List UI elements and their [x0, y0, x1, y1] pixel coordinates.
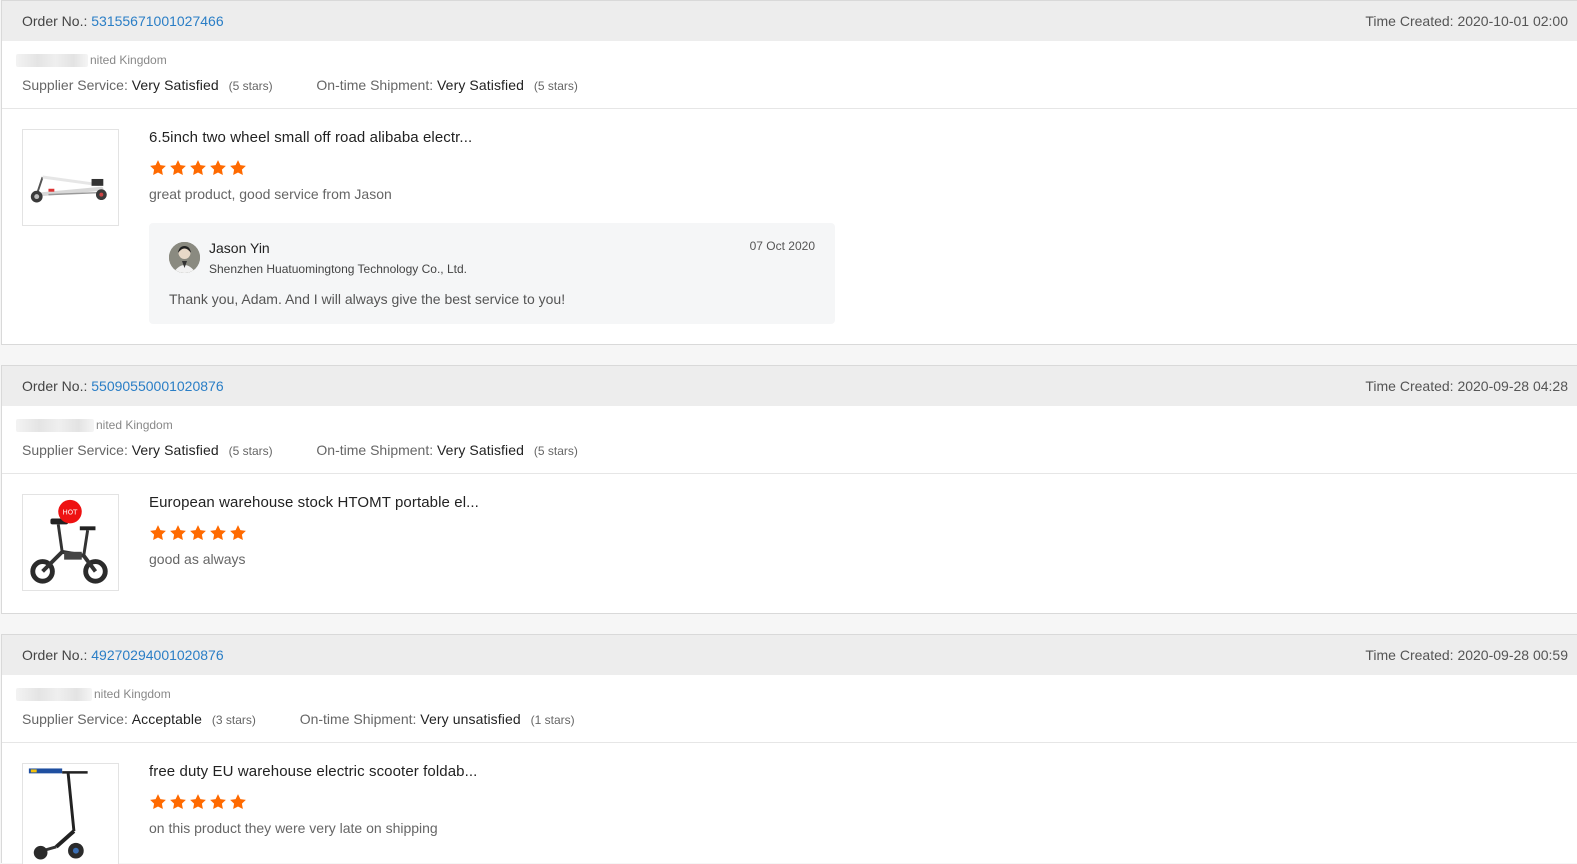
order-card: Order No.: 49270294001020876 Time Create… [1, 634, 1577, 864]
ontime-shipment-label: On-time Shipment: [316, 77, 434, 93]
time-created-value: 2020-10-01 02:00 [1457, 13, 1568, 29]
ontime-shipment-value: Very Satisfied [437, 442, 525, 458]
blurred-buyer-name [16, 418, 94, 432]
star-icon [210, 525, 226, 541]
product-rating-stars [149, 793, 247, 811]
ratings-line: Supplier Service: Very Satisfied (5 star… [22, 442, 578, 458]
ontime-shipment-label: On-time Shipment: [316, 442, 434, 458]
divider [2, 108, 1577, 109]
order-no-link[interactable]: 55090550001020876 [91, 378, 223, 394]
time-created-label: Time Created: [1365, 13, 1454, 29]
buyer-country: nited Kingdom [94, 687, 171, 701]
review-text: good as always [149, 551, 246, 567]
blurred-buyer-name [16, 687, 92, 701]
time-created-value: 2020-09-28 04:28 [1457, 378, 1568, 394]
ontime-shipment-value: Very unsatisfied [420, 711, 521, 727]
review-text: great product, good service from Jason [149, 186, 392, 202]
ontime-shipment-label: On-time Shipment: [299, 711, 417, 727]
order-card: Order No.: 55090550001020876 Time Create… [1, 365, 1577, 614]
product-rating-stars [149, 159, 247, 177]
review-text: on this product they were very late on s… [149, 820, 438, 836]
blurred-buyer-name [16, 53, 88, 67]
buyer-info: nited Kingdom [16, 53, 167, 67]
order-header: Order No.: 49270294001020876 Time Create… [2, 635, 1577, 675]
order-header: Order No.: 53155671001027466 Time Create… [2, 1, 1577, 41]
time-created-value: 2020-09-28 00:59 [1457, 647, 1568, 663]
ontime-shipment-stars: (5 stars) [533, 444, 578, 458]
reply-author-name: Jason Yin [209, 240, 270, 256]
supplier-service-label: Supplier Service: [22, 442, 128, 458]
order-card: Order No.: 53155671001027466 Time Create… [1, 0, 1577, 345]
avatar [169, 242, 200, 273]
divider [2, 473, 1577, 474]
supplier-service-stars: (5 stars) [228, 79, 273, 93]
product-thumbnail[interactable]: HOT [22, 494, 119, 591]
star-icon [210, 794, 226, 810]
star-icon [170, 525, 186, 541]
buyer-country: nited Kingdom [96, 418, 173, 432]
product-title[interactable]: 6.5inch two wheel small off road alibaba… [149, 129, 472, 146]
supplier-service-value: Very Satisfied [131, 442, 219, 458]
order-no-label: Order No.: [22, 13, 88, 29]
order-no-label: Order No.: [22, 378, 88, 394]
product-thumbnail[interactable] [22, 763, 119, 864]
order-header: Order No.: 55090550001020876 Time Create… [2, 366, 1577, 406]
star-icon [190, 794, 206, 810]
product-rating-stars [149, 524, 247, 542]
star-icon [150, 794, 166, 810]
star-icon [210, 160, 226, 176]
star-icon [230, 794, 246, 810]
star-icon [170, 794, 186, 810]
star-icon [150, 160, 166, 176]
buyer-info: nited Kingdom [16, 418, 173, 432]
supplier-service-label: Supplier Service: [22, 711, 128, 727]
product-thumbnail[interactable] [22, 129, 119, 226]
reply-text: Thank you, Adam. And I will always give … [169, 291, 566, 307]
supplier-service-label: Supplier Service: [22, 77, 128, 93]
ontime-shipment-stars: (5 stars) [533, 79, 578, 93]
supplier-service-value: Very Satisfied [131, 77, 219, 93]
time-created-label: Time Created: [1365, 647, 1454, 663]
supplier-reply: Jason Yin Shenzhen Huatuomingtong Techno… [149, 223, 835, 324]
product-title[interactable]: free duty EU warehouse electric scooter … [149, 763, 477, 780]
svg-text:HOT: HOT [63, 509, 79, 517]
order-no-link[interactable]: 49270294001020876 [91, 647, 223, 663]
reply-date: 07 Oct 2020 [749, 239, 815, 253]
buyer-country: nited Kingdom [90, 53, 167, 67]
star-icon [190, 525, 206, 541]
scooter-image [23, 130, 118, 225]
order-no-link[interactable]: 53155671001027466 [91, 13, 223, 29]
star-icon [150, 525, 166, 541]
star-icon [230, 160, 246, 176]
divider [2, 742, 1577, 743]
order-no-label: Order No.: [22, 647, 88, 663]
star-icon [230, 525, 246, 541]
supplier-service-value: Acceptable [131, 711, 202, 727]
ontime-shipment-stars: (1 stars) [530, 713, 575, 727]
time-created-label: Time Created: [1365, 378, 1454, 394]
kick-scooter-image [23, 764, 118, 864]
ratings-line: Supplier Service: Acceptable (3 stars) O… [22, 711, 575, 727]
ontime-shipment-value: Very Satisfied [437, 77, 525, 93]
buyer-info: nited Kingdom [16, 687, 171, 701]
star-icon [170, 160, 186, 176]
product-title[interactable]: European warehouse stock HTOMT portable … [149, 494, 479, 511]
supplier-service-stars: (3 stars) [211, 713, 256, 727]
supplier-service-stars: (5 stars) [228, 444, 273, 458]
reply-company: Shenzhen Huatuomingtong Technology Co., … [209, 262, 467, 276]
ebike-image: HOT [23, 495, 118, 590]
ratings-line: Supplier Service: Very Satisfied (5 star… [22, 77, 578, 93]
star-icon [190, 160, 206, 176]
